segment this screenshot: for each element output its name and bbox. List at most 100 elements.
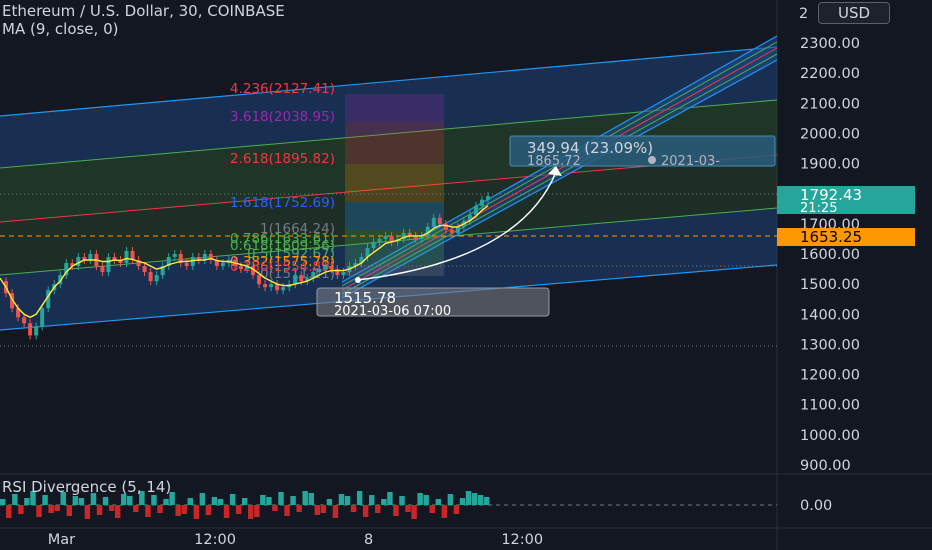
rsi-bar [24,498,30,505]
rsi-bar [181,505,187,514]
candle-body [377,238,382,242]
fib-box-1618 [345,202,444,230]
rsi-bar [96,505,103,515]
rsi-bar [411,505,417,519]
rsi-bar [114,505,121,518]
rsi-bar [393,505,399,516]
rsi-bar [387,492,393,505]
candle-body [100,266,105,273]
ma-indicator-label[interactable]: MA (9, close, 0) [2,20,118,38]
rsi-bar [248,505,254,519]
rsi-bar [429,505,435,513]
candle-body [299,275,304,282]
measure-target-date: 2021-03- [661,154,720,169]
rsi-bar [229,494,236,505]
price-axis-tick: 2300.00 [800,36,860,52]
rsi-bar [302,491,308,505]
rsi-bar [284,505,290,516]
time-axis-tick: 8 [364,532,373,548]
rsi-bar [48,505,54,513]
candle-body [437,217,442,224]
candle-body [293,275,298,285]
rsi-indicator-label[interactable]: RSI Divergence (5, 14) [2,478,171,496]
rsi-bar [314,505,321,515]
rsi-bar [127,496,133,505]
rsi-bar [483,497,490,505]
rsi-bar [66,505,72,516]
rsi-bar [477,495,484,505]
price-axis-tick: 2200.00 [800,66,860,82]
rsi-bar [266,497,272,505]
price-axis-tick: 1200.00 [800,368,860,384]
candle-body [317,269,322,273]
rsi-bar [205,505,212,515]
rsi-bar [133,505,139,512]
rsi-bar [471,493,478,505]
rsi-bar [6,505,12,518]
price-chart[interactable]: 4.236(2127.41) 3.618(2038.95) 2.618(1895.8… [0,0,932,550]
price-axis-tick: 1900.00 [800,157,860,173]
rsi-bar [435,499,442,505]
rsi-bar [344,496,351,505]
rsi-bar [447,494,454,505]
rsi-bar [356,491,363,505]
rsi-bar [320,505,327,513]
price-axis-tick: 2100.00 [800,96,860,112]
rsi-bar [72,496,79,505]
price-axis-tick: 900.00 [800,458,851,474]
price-axis-tick: 1100.00 [800,398,860,414]
fib-level-label: 1.618(1752.69) [230,195,335,211]
rsi-bar [42,495,48,505]
candle-body [449,229,454,233]
level-price-value: 1653.25 [800,228,862,246]
candle-body [106,257,111,273]
rsi-bar [175,505,181,516]
rsi-bar [78,498,85,505]
measure-start-dot [355,277,361,283]
rsi-bar [36,505,42,517]
fib-level-label: 2.618(1895.82) [230,151,335,167]
candle-body [34,326,39,336]
measure-start-time: 2021-03-06 07:00 [334,304,451,319]
rsi-value-label: 0.00 [800,498,832,514]
price-axis-tick: 2000.00 [800,126,860,142]
rsi-bar [241,498,248,505]
price-axis-partial-top: 2 [799,6,808,22]
rsi-bar [399,496,405,505]
fib-level-label: 4.236(2127.41) [230,81,335,97]
rsi-bar [362,505,369,517]
rsi-bar [223,505,230,518]
price-axis[interactable]: 2300.002200.002100.002000.001900.001700.… [800,36,860,474]
rsi-bar [217,499,224,505]
rsi-bar [54,505,60,511]
candle-body [172,254,177,258]
rsi-bar [18,505,24,514]
candle-body [142,266,147,273]
currency-button[interactable]: USD [818,2,890,24]
rsi-bar [296,505,302,512]
rsi-bar [326,499,333,505]
rsi-bar [260,495,266,505]
price-axis-tick: 1300.00 [800,337,860,353]
rsi-bar [465,491,472,505]
clock-icon [648,156,656,164]
rsi-bar [405,505,411,512]
rsi-bar [187,498,193,505]
fib-level-label: 3.618(2038.95) [230,109,335,125]
rsi-bar [235,505,242,514]
price-axis-tick: 1600.00 [800,247,860,263]
candle-body [263,284,268,288]
rsi-bar [211,497,218,505]
candle-body [329,266,334,270]
rsi-bar [199,493,206,505]
candle-body [323,266,328,270]
rsi-bar [338,494,345,505]
rsi-bar [102,497,109,505]
rsi-bar [375,505,381,513]
rsi-bar [151,495,157,505]
candle-body [486,196,490,200]
candle-body [28,323,33,336]
rsi-bar [417,493,423,505]
candle-body [190,257,195,267]
rsi-bar [453,505,460,514]
